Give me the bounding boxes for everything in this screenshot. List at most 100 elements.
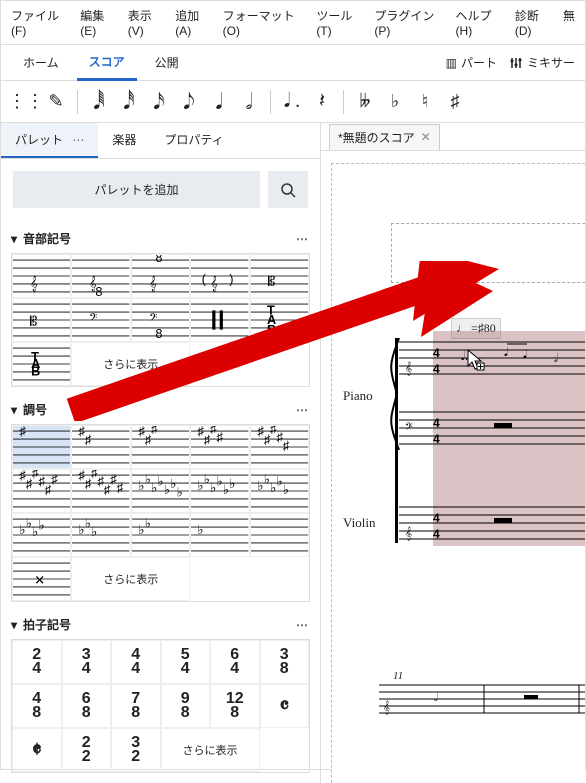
tab-home[interactable]: ホーム [11,46,71,79]
panel-tab-properties[interactable]: プロパティ [150,123,237,158]
sharp-icon[interactable]: ♯ [440,87,470,117]
menu-extra[interactable]: 無 [563,7,575,38]
timesig-3-8[interactable]: 38 [260,640,310,684]
note-2-icon[interactable]: 𝅗𝅥 [234,87,264,117]
system-bracket [395,338,401,543]
clef-alto[interactable]: 𝄡 [250,254,309,298]
svg-text:♭: ♭ [204,472,210,487]
clef-tab4[interactable]: TAB [12,342,71,386]
panel-tab-palette[interactable]: パレット ⋯ [1,123,98,158]
dotted-note-icon[interactable]: 𝅘𝅥 . [277,87,307,117]
search-button[interactable] [268,171,308,208]
timesig-6-4[interactable]: 64 [210,640,260,684]
key-3sharp[interactable]: ♯♯♯ [131,425,190,469]
timesig-2-4[interactable]: 24 [12,640,62,684]
section-header-times[interactable]: ▾ 拍子記号 ⋯ [11,610,310,639]
section-header-keys[interactable]: ▾ 調号 ⋯ [11,395,310,424]
instrument-label-violin: Violin [343,515,375,531]
timesig-4-4[interactable]: 44 [111,640,161,684]
flat-icon[interactable]: ♭ [380,87,410,117]
note-64-icon[interactable]: 𝅘𝅥𝅱 [84,87,114,117]
section-menu-icon[interactable]: ⋯ [296,618,310,632]
note-32-icon[interactable]: 𝅘𝅥𝅰 [114,87,144,117]
add-palette-button[interactable]: パレットを追加 [13,171,260,208]
panel-tab-instruments[interactable]: 楽器 [98,123,150,158]
pencil-icon[interactable]: ✎ [41,87,71,117]
section-header-clefs[interactable]: ▾ 音部記号 ⋯ [11,224,310,253]
key-5flat[interactable]: ♭♭♭♭♭ [250,469,309,513]
tab-publish[interactable]: 公開 [143,46,191,79]
double-flat-icon[interactable]: 𝄫 [350,87,380,117]
rest-icon[interactable]: 𝄽 [307,87,337,117]
natural-icon[interactable]: ♮ [410,87,440,117]
toolbar-divider [343,90,344,114]
clef-treble-8vb[interactable]: 𝄞8 [71,254,130,298]
key-3flat[interactable]: ♭♭♭ [71,513,130,557]
dots-icon[interactable]: ⋯ [72,133,84,147]
menu-add[interactable]: 追加(A) [175,7,212,38]
menu-format[interactable]: フォーマット(O) [223,7,307,38]
note-8-icon[interactable]: 𝅘𝅥𝅮 [174,87,204,117]
timesig-2-2[interactable]: 22 [62,728,112,772]
score-area[interactable]: *無題のスコア ✕ ♩ =♯80 Piano Violin 𝄞 4 4 𝅘𝅥. … [321,123,585,783]
section-menu-icon[interactable]: ⋯ [296,403,310,417]
clef-tenor[interactable]: 𝄡 [12,298,71,342]
key-1flat[interactable]: ♭ [190,513,249,557]
insert-frame[interactable] [391,223,585,283]
clef-tab6[interactable]: TAB [250,298,309,342]
svg-text:𝄞: 𝄞 [210,276,218,292]
key-natural[interactable] [250,513,309,557]
svg-text:8: 8 [155,255,162,265]
clef-treble-8va[interactable]: 𝄞8 [131,254,190,298]
timesig-12-8[interactable]: 128 [210,684,260,728]
menu-help[interactable]: ヘルプ(H) [456,7,505,38]
svg-text:♭: ♭ [138,478,144,493]
times-more[interactable]: さらに表示 [161,728,260,772]
clef-perc[interactable] [190,298,249,342]
mixer-button[interactable]: ミキサー [509,54,575,71]
timesig-4-8[interactable]: 48 [12,684,62,728]
close-icon[interactable]: ✕ [421,130,431,144]
timesig-5-4[interactable]: 54 [161,640,211,684]
key-1sharp[interactable]: ♯ [12,425,71,469]
key-4flat[interactable]: ♭♭♭♭ [12,513,71,557]
menu-plugin[interactable]: プラグイン(P) [374,7,445,38]
repeat-last-icon[interactable]: ⋮⋮ [11,87,41,117]
key-6flat[interactable]: ♭♭♭♭♭♭ [190,469,249,513]
svg-text:♭: ♭ [223,482,229,497]
timesig-¢[interactable]: 𝄵 [12,728,62,772]
timesig-9-8[interactable]: 98 [161,684,211,728]
keys-more[interactable]: さらに表示 [71,557,190,601]
menu-file[interactable]: ファイル(F) [11,7,70,38]
score-tab-active[interactable]: *無題のスコア ✕ [329,124,440,150]
timesig-6-8[interactable]: 68 [62,684,112,728]
key-2flat[interactable]: ♭♭ [131,513,190,557]
key-6sharp[interactable]: ♯♯♯♯♯♯ [12,469,71,513]
timesig-C[interactable]: 𝄴 [260,684,310,728]
key-7flat[interactable]: ♭♭♭♭♭♭♭ [131,469,190,513]
section-menu-icon[interactable]: ⋯ [296,232,310,246]
note-4-icon[interactable]: 𝅘𝅥 [204,87,234,117]
key-4sharp[interactable]: ♯♯♯♯ [190,425,249,469]
clefs-more[interactable]: さらに表示 [71,342,190,386]
clef-bass[interactable]: 𝄢 [71,298,130,342]
clef-bass-8vb[interactable]: 𝄢8 [131,298,190,342]
note-16-icon[interactable]: 𝅘𝅥𝅯 [144,87,174,117]
key-7sharp[interactable]: ♯♯♯♯♯♯♯ [71,469,130,513]
svg-text:♭: ♭ [19,522,25,537]
key-atonal[interactable]: ✕ [12,557,71,601]
menu-diag[interactable]: 診断(D) [515,7,553,38]
section-title: 調号 [23,401,47,418]
clef-treble[interactable]: 𝄞 [12,254,71,298]
timesig-7-8[interactable]: 78 [111,684,161,728]
timesig-3-2[interactable]: 32 [111,728,161,772]
menu-tools[interactable]: ツール(T) [316,7,364,38]
clef-treble-paren[interactable]: (𝄞) [190,254,249,298]
menu-view[interactable]: 表示(V) [128,7,165,38]
menu-edit[interactable]: 編集(E) [80,7,117,38]
parts-button[interactable]: ▥ パート [446,54,497,71]
key-2sharp[interactable]: ♯♯ [71,425,130,469]
key-5sharp[interactable]: ♯♯♯♯♯ [250,425,309,469]
tab-score[interactable]: スコア [77,45,137,81]
timesig-3-4[interactable]: 34 [62,640,112,684]
